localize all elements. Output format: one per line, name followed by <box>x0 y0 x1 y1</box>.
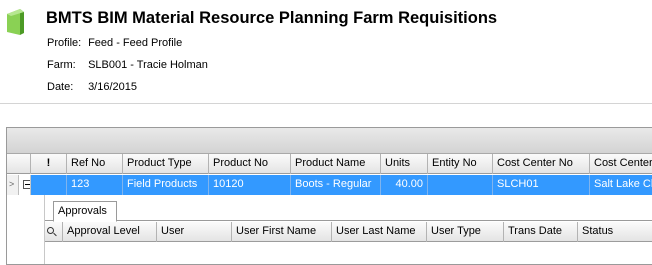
column-header-trans-date[interactable]: Trans Date <box>504 222 578 242</box>
row-indicator: > <box>7 175 19 195</box>
cell-product-no[interactable]: 10120 <box>209 175 291 195</box>
cell-product-name[interactable]: Boots - Regular <box>291 175 381 195</box>
child-band-indent <box>7 195 45 264</box>
farm-value: SLB001 - Tracie Holman <box>88 59 208 71</box>
date-label: Date: <box>47 81 74 93</box>
cell-product-type[interactable]: Field Products <box>123 175 209 195</box>
column-header-units[interactable]: Units <box>381 154 428 174</box>
page-title: BMTS BIM Material Resource Planning Farm… <box>46 9 498 27</box>
profile-row: Profile: Feed - Feed Profile <box>47 37 182 49</box>
profile-value: Feed - Feed Profile <box>88 37 183 49</box>
column-header-product-type[interactable]: Product Type <box>123 154 209 174</box>
cell-units[interactable]: 40.00 <box>381 175 428 195</box>
date-value: 3/16/2015 <box>88 81 137 93</box>
column-header-user-last-name[interactable]: User Last Name <box>332 222 427 242</box>
child-tab-strip: Approvals <box>45 195 652 222</box>
column-header-user-first-name[interactable]: User First Name <box>232 222 332 242</box>
column-header-entity-no[interactable]: Entity No <box>428 154 493 174</box>
cell-entity-no[interactable] <box>428 175 493 195</box>
column-header-approval-level[interactable]: Approval Level <box>63 222 157 242</box>
column-header-user[interactable]: User <box>157 222 232 242</box>
cell-cost-center-no[interactable]: SLCH01 <box>493 175 590 195</box>
search-icon[interactable] <box>45 222 63 242</box>
requisitions-grid: ! Ref No Product Type Product No Product… <box>6 127 652 265</box>
header-panel: BMTS BIM Material Resource Planning Farm… <box>0 0 652 103</box>
grid-header-row: ! Ref No Product Type Product No Product… <box>7 154 652 174</box>
table-row[interactable]: > 123 Field Products 10120 Boots - Regul… <box>7 175 652 195</box>
approvals-header-row: Approval Level User User First Name User… <box>45 222 652 242</box>
column-header-cost-center[interactable]: Cost Center <box>590 154 652 174</box>
column-header-flag[interactable]: ! <box>31 154 67 174</box>
header-divider <box>0 103 652 104</box>
profile-label: Profile: <box>47 37 82 49</box>
cell-ref-no[interactable]: 123 <box>67 175 123 195</box>
cell-cost-center[interactable]: Salt Lake Chic <box>590 175 652 195</box>
cell-flag[interactable] <box>31 175 67 195</box>
column-header-status[interactable]: Status <box>578 222 652 242</box>
row-indicator-header <box>7 154 31 174</box>
farm-row: Farm: SLB001 - Tracie Holman <box>47 59 208 71</box>
group-by-area[interactable] <box>7 128 652 154</box>
tab-approvals[interactable]: Approvals <box>53 201 117 222</box>
date-row: Date: 3/16/2015 <box>47 81 137 93</box>
column-header-product-no[interactable]: Product No <box>209 154 291 174</box>
column-header-cost-center-no[interactable]: Cost Center No <box>493 154 590 174</box>
farm-label: Farm: <box>47 59 76 71</box>
collapse-row-icon[interactable] <box>19 175 31 195</box>
column-header-user-type[interactable]: User Type <box>427 222 504 242</box>
column-header-ref-no[interactable]: Ref No <box>67 154 123 174</box>
app-logo-icon <box>7 9 24 35</box>
column-header-product-name[interactable]: Product Name <box>291 154 381 174</box>
